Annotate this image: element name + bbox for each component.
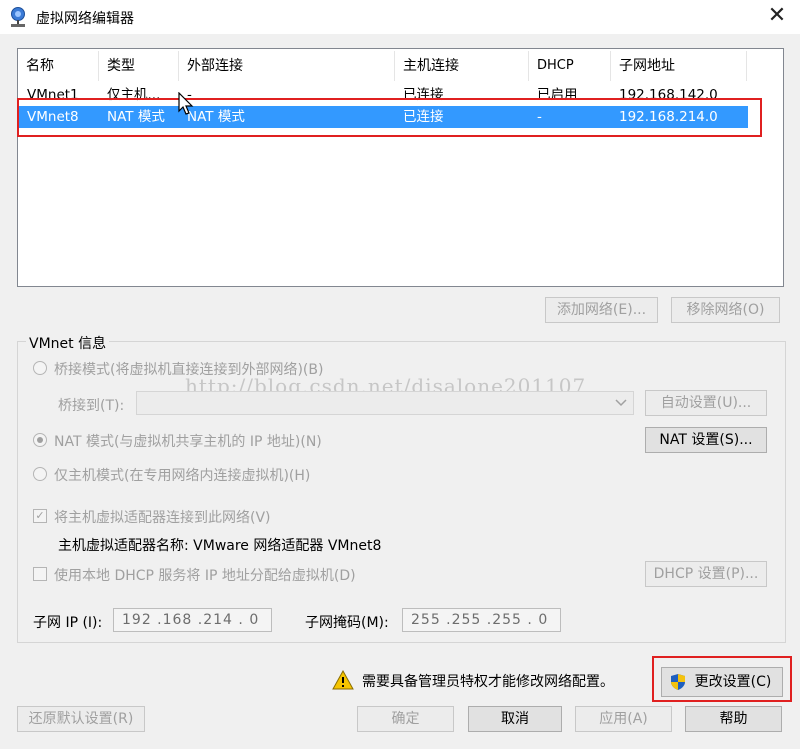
network-app-icon [11, 7, 25, 27]
bridged-to-select[interactable] [136, 391, 634, 415]
admin-notice: 需要具备管理员特权才能修改网络配置。 [362, 674, 614, 690]
nat-mode-radio[interactable] [33, 433, 47, 447]
subnet-ip-input[interactable]: 192 .168 .214 . 0 [113, 608, 272, 632]
adapter-name-label: 主机虚拟适配器名称: VMware 网络适配器 VMnet8 [58, 538, 382, 554]
host-only-label: 仅主机模式(在专用网络内连接虚拟机)(H) [54, 468, 311, 484]
chevron-down-icon [615, 399, 627, 407]
ok-button[interactable]: 确定 [357, 706, 454, 732]
nat-settings-button[interactable]: NAT 设置(S)... [645, 427, 767, 453]
column-header-dhcp[interactable]: DHCP [529, 51, 611, 81]
column-header-subnet[interactable]: 子网地址 [611, 51, 747, 81]
title-bar: 虚拟网络编辑器 ✕ [0, 0, 800, 34]
column-header-host[interactable]: 主机连接 [395, 51, 529, 81]
dhcp-settings-button[interactable]: DHCP 设置(P)... [645, 561, 767, 587]
change-settings-highlight-box [652, 656, 792, 702]
remove-network-button[interactable]: 移除网络(O) [671, 297, 780, 323]
host-only-radio[interactable] [33, 467, 47, 481]
local-dhcp-checkbox[interactable] [33, 567, 47, 581]
row-highlight-box [17, 98, 762, 137]
subnet-mask-label: 子网掩码(M): [305, 615, 389, 631]
bridged-to-label: 桥接到(T): [58, 398, 125, 414]
nat-mode-label: NAT 模式(与虚拟机共享主机的 IP 地址)(N) [54, 434, 322, 450]
close-icon[interactable]: ✕ [762, 2, 792, 30]
network-list[interactable]: 名称 类型 外部连接 主机连接 DHCP 子网地址 VMnet1 仅主机... … [17, 48, 784, 287]
column-header-type[interactable]: 类型 [99, 51, 179, 81]
cancel-button[interactable]: 取消 [468, 706, 562, 732]
warning-icon [332, 670, 354, 690]
apply-button[interactable]: 应用(A) [575, 706, 672, 732]
restore-defaults-button[interactable]: 还原默认设置(R) [17, 706, 145, 732]
auto-settings-button[interactable]: 自动设置(U)... [645, 390, 767, 416]
vmnet-info-label: VMnet 信息 [26, 333, 110, 353]
connect-adapter-checkbox[interactable]: ✓ [33, 509, 47, 523]
connect-adapter-label: 将主机虚拟适配器连接到此网络(V) [54, 510, 271, 526]
column-header-external[interactable]: 外部连接 [179, 51, 395, 81]
bridged-mode-radio[interactable] [33, 361, 47, 375]
window-title: 虚拟网络编辑器 [36, 11, 134, 27]
local-dhcp-label: 使用本地 DHCP 服务将 IP 地址分配给虚拟机(D) [54, 568, 356, 584]
mouse-cursor-icon [178, 92, 194, 115]
add-network-button[interactable]: 添加网络(E)... [545, 297, 658, 323]
subnet-ip-label: 子网 IP (I): [33, 615, 103, 631]
help-button[interactable]: 帮助 [685, 706, 782, 732]
subnet-mask-input[interactable]: 255 .255 .255 . 0 [402, 608, 561, 632]
column-header-name[interactable]: 名称 [18, 51, 99, 81]
